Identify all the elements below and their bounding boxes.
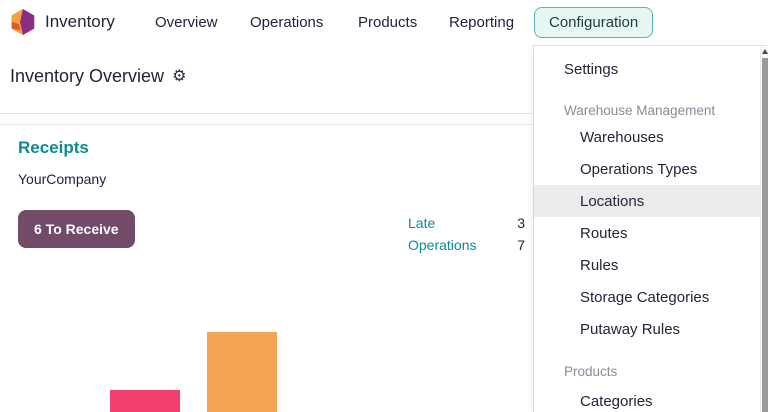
nav-item-operations[interactable]: Operations [250, 14, 323, 31]
menu-item-locations[interactable]: Locations [534, 185, 760, 217]
stat-value: 7 [517, 236, 525, 255]
menu-item-storage-categories[interactable]: Storage Categories [534, 281, 760, 313]
nav-item-products[interactable]: Products [358, 14, 417, 31]
menu-item-rules[interactable]: Rules [534, 249, 760, 281]
chart-bar-1[interactable] [110, 390, 180, 412]
scrollbar-thumb[interactable] [762, 58, 768, 412]
menu-item-operations-types[interactable]: Operations Types [534, 153, 760, 185]
nav-item-overview[interactable]: Overview [155, 14, 218, 31]
nav-item-reporting[interactable]: Reporting [449, 14, 514, 31]
gear-icon[interactable]: ⚙ [172, 69, 186, 85]
menu-scrollbar[interactable] [760, 46, 768, 412]
inventory-app: Inventory Overview Operations Products Repo… [0, 0, 768, 412]
stat-label[interactable]: Operations [408, 236, 476, 255]
menu-item-warehouses[interactable]: Warehouses [534, 121, 760, 153]
card-stats: Late 3 Operations 7 [408, 214, 525, 255]
scroll-up-icon[interactable] [762, 49, 768, 54]
menu-item-routes[interactable]: Routes [534, 217, 760, 249]
menu-item-categories[interactable]: Categories [534, 385, 760, 412]
menu-item-settings[interactable]: Settings [534, 53, 760, 85]
menu-section-warehouse-management: Warehouse Management [534, 99, 760, 121]
menu-section-products: Products [534, 360, 760, 382]
inventory-app-icon[interactable] [10, 9, 36, 35]
to-receive-button[interactable]: 6 To Receive [18, 210, 135, 248]
chart-bar-2[interactable] [207, 332, 277, 412]
breadcrumb: Inventory Overview ⚙ [10, 66, 186, 87]
stat-label[interactable]: Late [408, 214, 435, 233]
stat-row-operations: Operations 7 [408, 236, 525, 255]
card-title-receipts[interactable]: Receipts [18, 138, 89, 158]
page-title: Inventory Overview [10, 66, 164, 87]
stat-value: 3 [517, 214, 525, 233]
app-name[interactable]: Inventory [45, 12, 115, 32]
configuration-menu: Settings Warehouse ManagementWarehousesOp… [533, 45, 768, 412]
card-company: YourCompany [18, 171, 106, 187]
menu-item-putaway-rules[interactable]: Putaway Rules [534, 313, 760, 345]
stat-row-late: Late 3 [408, 214, 525, 233]
nav-item-configuration[interactable]: Configuration [534, 7, 653, 38]
top-navbar: Inventory Overview Operations Products Repo… [0, 0, 768, 46]
